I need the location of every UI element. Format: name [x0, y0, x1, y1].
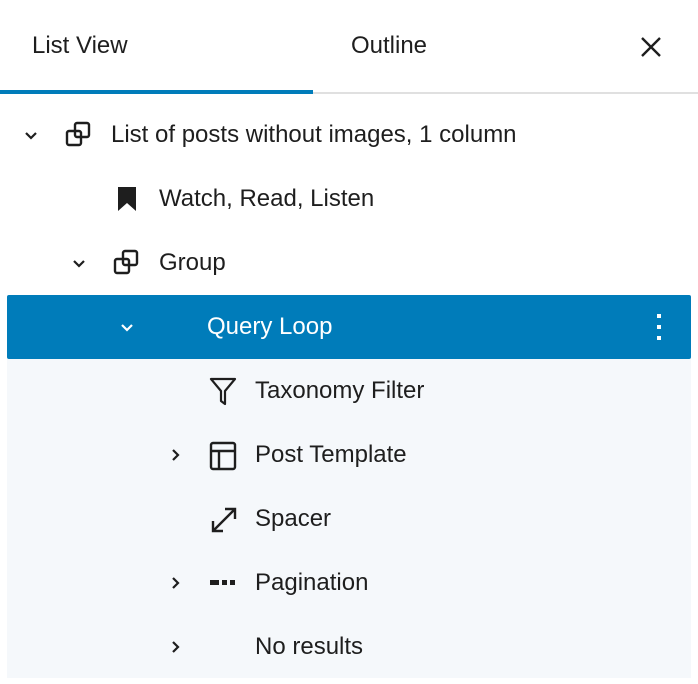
- tab-list-view[interactable]: List View: [0, 0, 313, 94]
- chevron-down-icon[interactable]: [115, 315, 139, 339]
- chevron-down-icon[interactable]: [19, 123, 43, 147]
- list-view-item-list-of-posts-without-images-1-column[interactable]: List of posts without images, 1 column: [7, 103, 691, 167]
- bookmark-icon: [111, 183, 143, 215]
- tab-bar: List View Outline: [0, 0, 698, 94]
- list-view-item-label: Post Template: [255, 441, 407, 468]
- list-view-item-label: Watch, Read, Listen: [159, 185, 375, 212]
- chevron-right-icon[interactable]: [163, 635, 187, 659]
- group-icon: [63, 119, 95, 151]
- list-view-item-no-results[interactable]: No results: [7, 615, 691, 679]
- list-view-item-taxonomy-filter[interactable]: Taxonomy Filter: [7, 359, 691, 423]
- chevron-down-icon[interactable]: [67, 251, 91, 275]
- list-view-item-label: Pagination: [255, 569, 369, 596]
- more-options-icon[interactable]: [647, 311, 671, 343]
- list-view-item-label: Spacer: [255, 505, 332, 532]
- chevron-right-icon[interactable]: [163, 571, 187, 595]
- list-view-item-label: Group: [159, 249, 226, 276]
- list-view-item-post-template[interactable]: Post Template: [7, 423, 691, 487]
- tab-list-view-label: List View: [32, 32, 128, 59]
- group-icon: [111, 247, 143, 279]
- pagination-icon: [207, 567, 239, 599]
- close-icon: [641, 37, 661, 57]
- close-button[interactable]: [634, 30, 668, 64]
- filter-icon: [207, 375, 239, 407]
- list-view-item-label: List of posts without images, 1 column: [111, 121, 517, 148]
- list-view-item-spacer[interactable]: Spacer: [7, 487, 691, 551]
- loop-icon: [207, 631, 239, 663]
- list-view-item-group[interactable]: Group: [7, 231, 691, 295]
- tab-outline[interactable]: Outline: [313, 0, 465, 92]
- list-view-item-watch-read-listen[interactable]: Watch, Read, Listen: [7, 167, 691, 231]
- layout-icon: [207, 439, 239, 471]
- chevron-right-icon[interactable]: [163, 443, 187, 467]
- list-view-item-pagination[interactable]: Pagination: [7, 551, 691, 615]
- list-view-item-label: No results: [255, 633, 364, 660]
- list-view-item-label: Query Loop: [207, 313, 333, 340]
- resize-icon: [207, 503, 239, 535]
- list-view-item-query-loop[interactable]: Query Loop: [7, 295, 691, 359]
- list-view-item-label: Taxonomy Filter: [255, 377, 425, 404]
- loop-icon: [159, 311, 191, 343]
